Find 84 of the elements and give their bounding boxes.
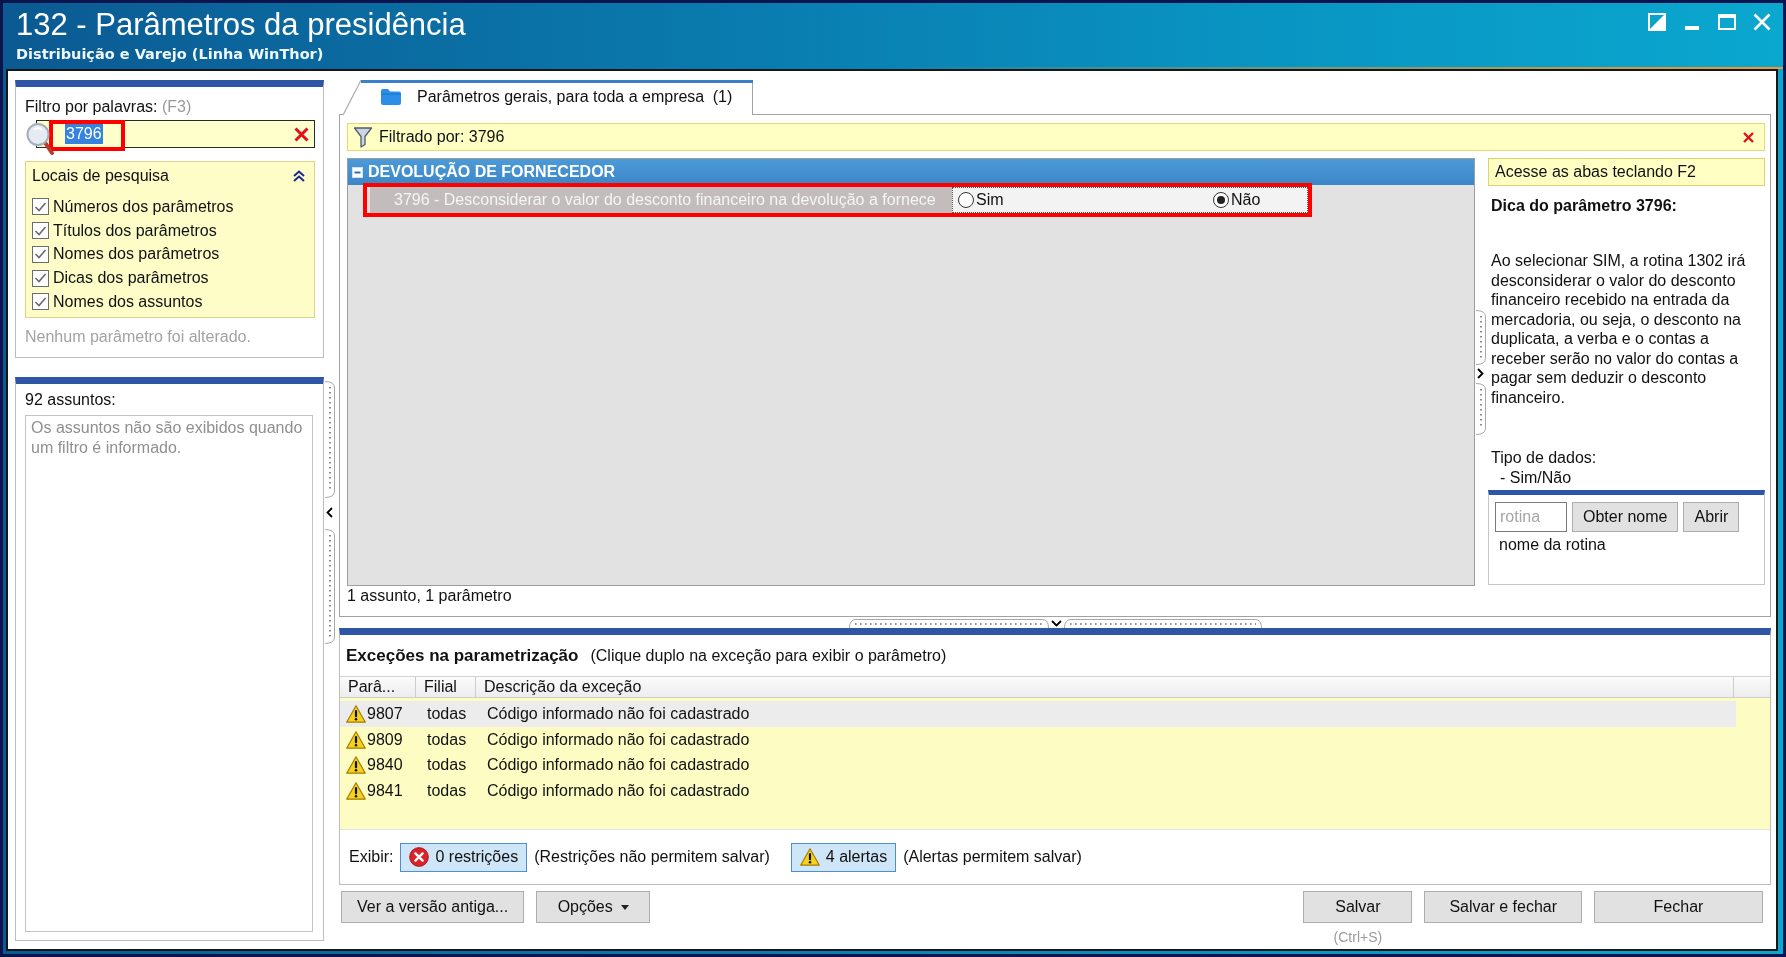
table-row[interactable]: 9809 todas Código informado não foi cadastrado xyxy=(340,726,1736,753)
splitter-grip[interactable] xyxy=(324,529,335,644)
filter-note: (Alertas permitem salvar) xyxy=(903,848,1082,866)
folder-icon xyxy=(380,87,402,106)
field-value: 3796 xyxy=(65,124,103,144)
double-chevron-up-icon[interactable] xyxy=(292,169,306,183)
table-cell-text: Código informado não foi cadastrado xyxy=(486,782,750,801)
radio-option[interactable]: Sim xyxy=(958,191,1213,209)
table-cell-text: todas xyxy=(426,782,468,801)
splitter-grip[interactable] xyxy=(848,619,1049,628)
data-type-value: - Sim/Não xyxy=(1499,467,1573,487)
table-cell-text: Código informado não foi cadastrado xyxy=(486,730,750,749)
shortcut-hint: (Ctrl+S) xyxy=(1333,929,1383,945)
panel-title: Exceções na parametrização xyxy=(346,645,579,666)
collapse-icon[interactable] xyxy=(352,166,363,178)
column-header[interactable]: Filial xyxy=(416,677,476,697)
table-row[interactable]: 9841 todas Código informado não foi cadastrado xyxy=(340,778,1736,804)
splitter-grip[interactable] xyxy=(1475,310,1486,365)
table-cell-text: todas xyxy=(426,730,468,749)
checkbox-option[interactable]: Nomes dos assuntos xyxy=(32,290,306,314)
table-cell: 9840 xyxy=(367,756,403,775)
routine-field[interactable]: rotina xyxy=(1495,502,1567,532)
table-row[interactable]: 9807 todas Código informado não foi cadastrado xyxy=(340,701,1736,727)
grid-status: 1 assunto, 1 parâmetro xyxy=(347,586,513,606)
table-cell-text: Código informado não foi cadastrado xyxy=(486,756,750,775)
chevron-left-icon[interactable] xyxy=(326,507,333,518)
maximize-icon[interactable] xyxy=(1718,14,1736,30)
warning-icon xyxy=(346,782,366,801)
shortcut-hint: (F3) xyxy=(161,98,192,115)
table-row[interactable]: 9840 todas Código informado não foi cadastrado xyxy=(340,752,1736,779)
routine-button[interactable]: Obter nome xyxy=(1572,502,1679,532)
splitter-grip[interactable] xyxy=(324,381,335,498)
table-cell-text: Código informado não foi cadastrado xyxy=(486,704,750,723)
tab[interactable]: Parâmetros gerais, para toda a empresa (1) xyxy=(343,80,753,115)
footer-button[interactable]: Salvar e fechar xyxy=(1424,891,1582,923)
hint-text: Ao selecionar SIM, a rotina 1302 irá desconsiderar o valor do desconto financeiro recebido na entrada da mercadoria, ou seja, o desconto na duplicata, a verba e o contas a receber serão no valor do contas a pagar sem deduzir o desconto financeiro. xyxy=(1491,252,1746,406)
window-subtitle: Distribuição e Varejo (Linha WinThor) xyxy=(16,45,325,63)
hint-title: Dica do parâmetro 3796: xyxy=(1490,196,1678,216)
splitter-grip[interactable] xyxy=(1475,383,1486,435)
show-label: Exibir: xyxy=(349,848,394,866)
footer-button[interactable]: Ver a versão antiga... xyxy=(341,891,525,923)
footer-button[interactable]: Fechar xyxy=(1594,891,1763,923)
filter-note: (Restrições não permitem salvar) xyxy=(534,848,770,866)
table-cell: 9841 xyxy=(367,782,403,801)
checkbox-option[interactable]: Dicas dos parâmetros xyxy=(32,266,306,290)
checkbox-option[interactable]: Números dos parâmetros xyxy=(32,195,306,219)
notice-box: Acesse as abas teclando F2 xyxy=(1488,158,1765,186)
clear-icon[interactable] xyxy=(294,126,309,142)
table-cell: 9809 xyxy=(367,730,403,749)
column-header[interactable]: Parâ... xyxy=(340,677,416,697)
half-filled-square-icon[interactable] xyxy=(1648,13,1666,31)
footer-button[interactable]: Opções xyxy=(536,891,651,923)
column-header[interactable]: Descrição da exceção xyxy=(476,677,1734,697)
restrictions-filter-button[interactable]: 0 restrições xyxy=(400,842,528,872)
chevron-right-icon[interactable] xyxy=(1477,368,1484,379)
warning-icon xyxy=(346,704,366,723)
routine-name: nome da rotina xyxy=(1498,535,1607,555)
footer-button[interactable]: Salvar xyxy=(1303,891,1413,923)
filter-text: Filtrado por: 3796 xyxy=(379,128,506,146)
table-cell-text: todas xyxy=(426,756,468,775)
window-title: 132 - Parâmetros da presidência xyxy=(16,7,466,43)
section-title: Locais de pesquisa xyxy=(32,167,169,185)
search-icon xyxy=(25,122,55,157)
warning-icon xyxy=(346,730,366,749)
data-type-label: Tipo de dados: xyxy=(1490,448,1598,468)
splitter-grip[interactable] xyxy=(1063,619,1262,628)
alerts-filter-button[interactable]: 4 alertas xyxy=(790,842,897,872)
filter-label: Filtro por palavras: xyxy=(25,98,158,115)
status-text: Nenhum parâmetro foi alterado. xyxy=(25,327,252,347)
chevron-down-icon[interactable] xyxy=(1050,620,1062,627)
warning-icon xyxy=(799,848,820,866)
checkbox-option[interactable]: Nomes dos parâmetros xyxy=(32,242,306,267)
routine-button[interactable]: Abrir xyxy=(1683,502,1740,532)
table-cell-text: todas xyxy=(426,704,468,723)
subjects-count: 92 assuntos: xyxy=(25,390,117,410)
close-icon[interactable] xyxy=(1743,131,1754,143)
radio-option[interactable]: Não xyxy=(1213,191,1307,209)
table-cell: 9807 xyxy=(367,704,403,723)
search-field[interactable]: 3796 xyxy=(36,120,315,148)
error-icon xyxy=(409,847,430,867)
panel-hint: (Clique duplo na exceção para exibir o parâmetro) xyxy=(590,646,947,665)
checkbox-option[interactable]: Títulos dos parâmetros xyxy=(32,218,306,243)
warning-icon xyxy=(346,756,366,775)
funnel-icon xyxy=(353,126,373,148)
